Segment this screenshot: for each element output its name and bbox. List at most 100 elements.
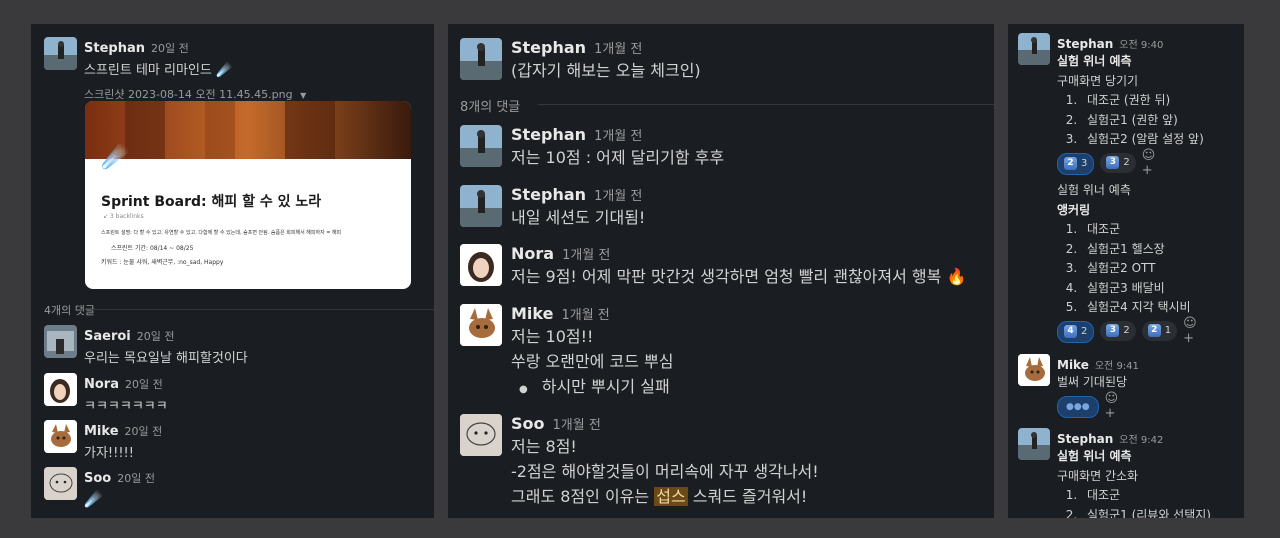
author-name[interactable]: Nora — [84, 377, 119, 392]
author-name[interactable]: Stephan — [1057, 432, 1113, 446]
post-subheading: 구매화면 간소화 — [1057, 468, 1139, 483]
list-item: 실험군2 OTT — [1081, 259, 1244, 279]
reaction-keycap-2[interactable]: 21 — [1141, 320, 1178, 341]
avatar[interactable] — [460, 244, 502, 286]
author-name[interactable]: Stephan — [511, 185, 586, 204]
list-item: 실험군1 헬스장 — [1081, 240, 1244, 260]
author-name[interactable]: Nora — [511, 244, 554, 263]
timestamp[interactable]: 20일 전 — [151, 42, 189, 55]
reply-count: 4개의 댓글 — [44, 304, 95, 317]
rocket-icon: ☄️ — [101, 145, 129, 170]
bullet-item: ● 하시만 뿌시기 실패 — [519, 377, 670, 396]
avatar[interactable] — [460, 185, 502, 227]
attachment-image[interactable]: ☄️ Sprint Board: 해피 할 수 있 노라 ↙ 3 backlin… — [85, 101, 411, 289]
list-item: 실험군4 지각 택시비 — [1081, 298, 1244, 318]
message-text: 가자!!!!! — [84, 446, 134, 461]
avatar[interactable] — [44, 37, 77, 70]
author-name[interactable]: Stephan — [84, 41, 145, 56]
message-line: 쑤랑 오랜만에 코드 뿌심 — [511, 352, 674, 371]
timestamp[interactable]: 오전 9:41 — [1095, 361, 1139, 372]
author-name[interactable]: Stephan — [511, 125, 586, 144]
post-heading: 실험 위너 예측 — [1057, 54, 1132, 68]
option-list: 대조군 실험군1 헬스장 실험군2 OTT 실험군3 배달비 실험군4 지각 택… — [1057, 220, 1244, 318]
avatar[interactable] — [460, 304, 502, 346]
timestamp[interactable]: 1개월 전 — [594, 129, 642, 144]
timestamp[interactable]: 1개월 전 — [561, 308, 609, 323]
post-continuation[interactable]: 실험 위너 예측 앵커링 대조군 실험군1 헬스장 실험군2 OTT 실험군3 … — [1057, 181, 1244, 346]
avatar[interactable] — [44, 467, 77, 500]
reaction-keycap-3[interactable]: 32 — [1100, 320, 1136, 341]
post-subheading: 구매화면 당기기 — [1057, 73, 1139, 88]
author-name[interactable]: Stephan — [1057, 37, 1113, 51]
avatar[interactable] — [460, 125, 502, 167]
post-heading: 실험 위너 예측 — [1057, 449, 1132, 463]
timestamp[interactable]: 20일 전 — [125, 378, 163, 391]
message-line: 저는 10점!! — [511, 327, 594, 346]
add-reaction-icon[interactable]: ☺+ — [1142, 148, 1164, 178]
timestamp[interactable]: 1개월 전 — [594, 189, 642, 204]
timestamp[interactable]: 20일 전 — [137, 330, 175, 343]
avatar[interactable] — [1018, 428, 1050, 460]
timestamp[interactable]: 20일 전 — [117, 472, 155, 485]
reaction-bar: ●●●1 ☺+ — [1057, 391, 1244, 421]
author-name[interactable]: Mike — [1057, 358, 1089, 372]
card-keywords: 키워드 : 눈물 샤워, 새벽근무, :no_sad, Happy — [101, 259, 224, 266]
card-banner — [85, 101, 411, 159]
divider — [91, 309, 434, 310]
author-name[interactable]: Saeroi — [84, 329, 131, 344]
attachment-header[interactable]: 스크린샷 2023-08-14 오전 11.45.45.png ▼ — [84, 86, 424, 102]
card-title: Sprint Board: 해피 할 수 있 노라 — [101, 194, 322, 210]
author-name[interactable]: Soo — [511, 414, 545, 433]
message-text: 우리는 목요일날 해피할것이다 — [84, 351, 248, 366]
reply-count: 8개의 댓글 — [460, 100, 521, 115]
reaction-keycap-4[interactable]: 42 — [1057, 320, 1095, 343]
card-desc: 스프린트 설명: 다 할 수 있고, 유연할 수 있고, 다함께 할 수 있는데… — [101, 230, 342, 236]
message-text: 저는 10점 : 어제 달리기함 후후 — [511, 148, 725, 167]
timestamp[interactable]: 1개월 전 — [594, 42, 642, 57]
message-text: 내일 세션도 기대됨! — [511, 208, 646, 227]
thread-panel-checkin: Stephan 1개월 전 (갑자기 해보는 오늘 체크인) 8개의 댓글 Ste… — [448, 24, 994, 518]
post-subheading: 앵커링 — [1057, 202, 1091, 217]
list-item: 대조군 — [1081, 486, 1244, 506]
avatar[interactable] — [1018, 33, 1050, 65]
message-text: (갑자기 해보는 오늘 체크인) — [511, 61, 701, 80]
timestamp[interactable]: 오전 9:42 — [1119, 435, 1163, 446]
avatar[interactable] — [44, 325, 77, 358]
thread-panel-sprint: Stephan 20일 전 스프린트 테마 리마인드 ☄️ 스크린샷 2023-0… — [31, 24, 434, 518]
add-reaction-icon[interactable]: ☺+ — [1183, 316, 1205, 346]
add-reaction-icon[interactable]: ☺+ — [1105, 391, 1127, 421]
reaction-keycap-2[interactable]: 23 — [1057, 152, 1095, 175]
message-text: ☄️ — [84, 490, 103, 508]
author-name[interactable]: Mike — [84, 424, 119, 439]
reaction-keycap-3[interactable]: 32 — [1100, 152, 1136, 173]
reaction-bar: 42 32 21 ☺+ — [1057, 316, 1244, 346]
reaction-bar: 23 32 ☺+ — [1057, 148, 1244, 178]
message-line: 저는 8점! — [511, 437, 577, 456]
author-name[interactable]: Mike — [511, 304, 553, 323]
timestamp[interactable]: 1개월 전 — [562, 248, 610, 263]
message-text: 저는 9점! 어제 막판 맛간것 생각하면 엄청 빨리 괜찮아져서 행복 🔥 — [511, 267, 967, 286]
option-list: 대조군 실험군1 (리뷰와 선택지) — [1057, 486, 1244, 518]
timestamp[interactable]: 오전 9:40 — [1119, 40, 1163, 51]
avatar[interactable] — [460, 414, 502, 456]
attachment-name: 스크린샷 2023-08-14 오전 11.45.45.png — [84, 88, 293, 101]
avatar[interactable] — [44, 420, 77, 453]
option-list: 대조군 (권한 뒤) 실험군1 (권한 앞) 실험군2 (알람 설정 앞) — [1057, 91, 1244, 150]
avatar[interactable] — [460, 38, 502, 80]
list-item: 실험군3 배달비 — [1081, 279, 1244, 299]
timestamp[interactable]: 1개월 전 — [553, 418, 601, 433]
card-period: 스프린트 기간: 08/14 ~ 08/25 — [111, 245, 194, 252]
chevron-down-icon[interactable]: ▼ — [300, 91, 306, 100]
message-text: ㅋㅋㅋㅋㅋㅋㅋ — [84, 399, 168, 414]
avatar[interactable] — [44, 373, 77, 406]
timestamp[interactable]: 20일 전 — [125, 425, 163, 438]
reaction-custom[interactable]: ●●●1 — [1057, 395, 1099, 418]
avatar[interactable] — [1018, 354, 1050, 386]
message-line: -2점은 해야할것들이 머리속에 자꾸 생각나서! — [511, 462, 819, 481]
post-heading: 실험 위너 예측 — [1057, 183, 1131, 197]
author-name[interactable]: Stephan — [511, 38, 586, 57]
highlighted-word: 섭스 — [654, 487, 688, 506]
author-name[interactable]: Soo — [84, 471, 111, 486]
list-item: 실험군1 (권한 앞) — [1081, 111, 1244, 131]
message-text: 벌써 기대된당 — [1057, 375, 1128, 389]
